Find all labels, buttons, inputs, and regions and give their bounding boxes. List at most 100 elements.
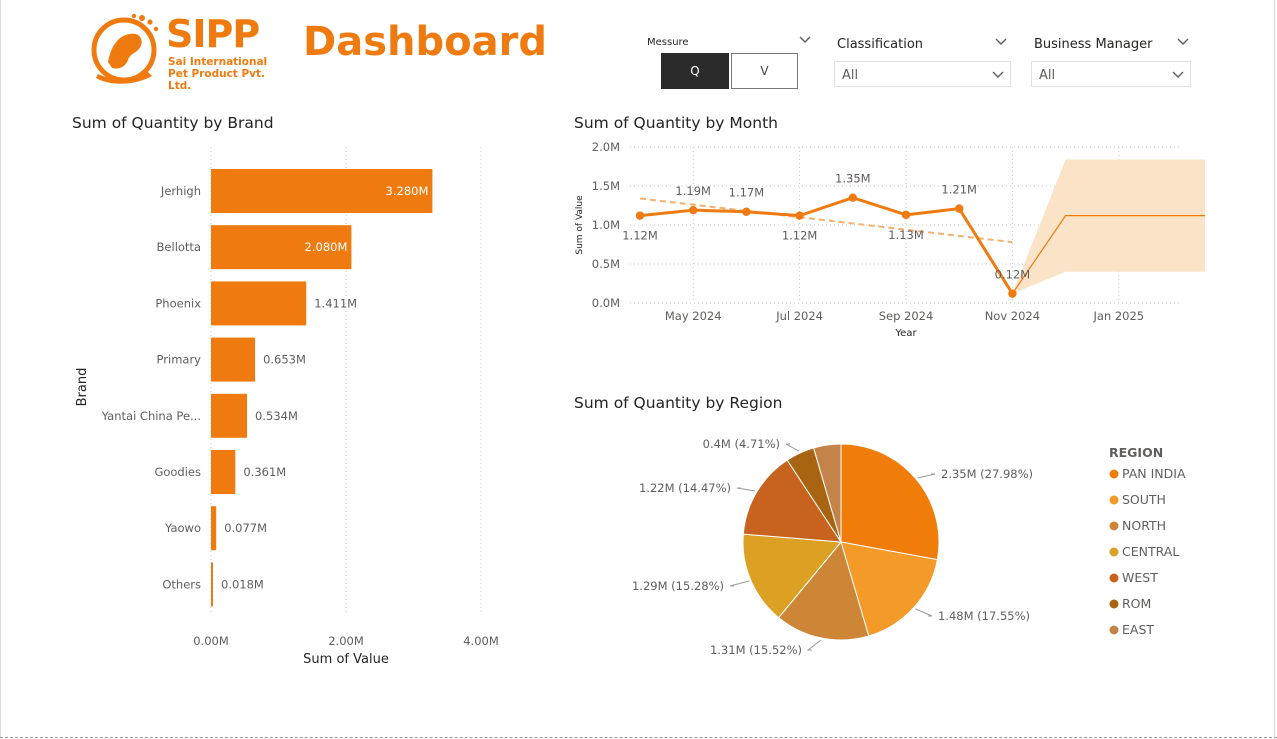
point-data-label: 1.21M [941,183,977,197]
y-tick-label: Yantai China Pe... [101,409,201,423]
slice-data-label: 1.48M (17.55%) [938,609,1030,623]
point-data-label: 1.12M [782,229,818,243]
data-point [742,207,751,216]
x-tick-label: Jul 2024 [775,309,823,323]
pet-logo-icon [91,13,159,84]
company-logo: SIPP Sai International Pet Product Pvt. … [90,10,280,92]
point-data-label: 1.17M [729,186,765,200]
bar-data-label: 3.280M [386,184,429,198]
legend-item-label: SOUTH [1122,492,1166,507]
bar [211,393,248,438]
y-tick-label: 0.5M [592,257,620,271]
data-point [1008,289,1017,298]
legend-marker [1109,599,1119,609]
legend-item-label: ROM [1122,596,1151,611]
classification-dropdown-value: All [842,68,859,83]
chevron-down-icon[interactable] [995,38,1007,46]
logo-wordmark: SIPP [166,12,260,56]
leader-line [785,443,800,452]
y-tick-label: Bellotta [157,240,201,254]
y-tick-label: 0.0M [592,296,620,310]
bar [211,337,256,382]
data-point [955,204,964,213]
business-manager-dropdown[interactable]: All [1031,61,1191,87]
slice-data-label: 0.4M (4.71%) [703,437,780,451]
data-point [795,211,804,220]
legend-item-label: PAN INDIA [1122,466,1186,481]
legend-item-label: EAST [1122,622,1154,637]
bar-data-label: 0.077M [224,521,267,535]
slice-data-label: 2.35M (27.98%) [941,467,1033,481]
legend-marker [1109,547,1119,557]
page-bottom-divider [0,737,1277,738]
point-data-label: 1.19M [675,184,711,198]
classification-slicer-label: Classification [837,37,924,52]
legend-marker [1109,521,1119,531]
y-tick-label: Others [162,577,201,591]
legend-marker [1109,625,1119,635]
y-axis-title: Brand [75,368,90,407]
y-tick-label: Goodies [154,465,201,479]
y-axis-title: Sum of Value [575,195,585,255]
classification-dropdown[interactable]: All [834,61,1011,87]
bar-data-label: 2.080M [305,240,348,254]
legend-item-label: WEST [1122,570,1158,585]
bar-data-label: 0.653M [263,353,306,367]
bar [211,506,217,551]
slice-data-label: 1.31M (15.52%) [710,643,802,657]
region-pie-chart[interactable]: 2.35M (27.98%) 1.48M (17.55%) 1.31M (15.52… [600,420,1260,670]
y-tick-label: Phoenix [155,296,201,310]
x-axis-title: Year [894,328,917,339]
y-tick-label: Yaowo [164,521,201,535]
x-axis-title: Sum of Value [303,652,389,667]
bar-data-label: 0.361M [243,465,286,479]
slice-data-label: 1.22M (14.47%) [639,481,731,495]
legend-marker [1109,469,1119,479]
leader-line [915,608,933,617]
page-title: Dashboard [303,19,547,65]
point-data-label: 1.35M [835,172,871,186]
bar [211,562,213,607]
legend-title: REGION [1109,445,1163,460]
region-chart-title: Sum of Quantity by Region [574,394,783,412]
business-manager-dropdown-value: All [1039,68,1056,83]
x-tick-label: 0.00M [193,634,229,648]
brand-bar-chart[interactable]: 0.00M 2.00M 4.00M Jerhigh 3.280M Bellotta 2.08… [60,135,520,675]
y-tick-label: 1.5M [592,179,620,193]
legend-item-label: NORTH [1122,518,1166,533]
legend-marker [1109,495,1119,505]
data-point [635,211,645,220]
chevron-down-icon[interactable] [799,36,811,44]
measure-option-v-button[interactable]: V [731,53,798,89]
data-point [848,193,857,202]
x-tick-label: 4.00M [463,634,499,648]
point-data-label: 1.13M [888,228,924,242]
bar [211,281,307,326]
y-tick-label: Jerhigh [160,184,201,198]
data-point [689,205,698,215]
brand-chart-title: Sum of Quantity by Brand [72,114,274,132]
x-tick-label: 2.00M [328,634,364,648]
legend-marker [1109,573,1119,583]
slice-data-label: 1.29M (15.28%) [632,579,724,593]
month-line-chart[interactable]: 0.0M 0.5M 1.0M 1.5M 2.0M May 2024 Jul 2024 Sep … [565,135,1205,345]
bar [211,450,236,494]
forecast-band [1012,159,1205,294]
pie-slice [840,443,940,561]
leader-line [917,473,936,479]
bar-data-label: 0.534M [255,409,298,423]
y-tick-label: Primary [157,353,202,367]
measure-option-q-button[interactable]: Q [661,53,729,89]
chevron-down-icon [992,71,1004,78]
business-manager-slicer-label: Business Manager [1034,37,1153,52]
data-point [901,210,911,220]
legend-item-label: CENTRAL [1122,544,1179,559]
y-tick-label: 2.0M [592,140,620,154]
trend-line [639,197,1013,244]
month-chart-title: Sum of Quantity by Month [574,114,778,132]
leader-line [736,487,756,492]
logo-company-name: Sai International Pet Product Pvt. Ltd. [168,56,268,92]
chevron-down-icon[interactable] [1177,38,1189,46]
bar-data-label: 0.018M [221,577,264,591]
leader-line [806,639,822,651]
